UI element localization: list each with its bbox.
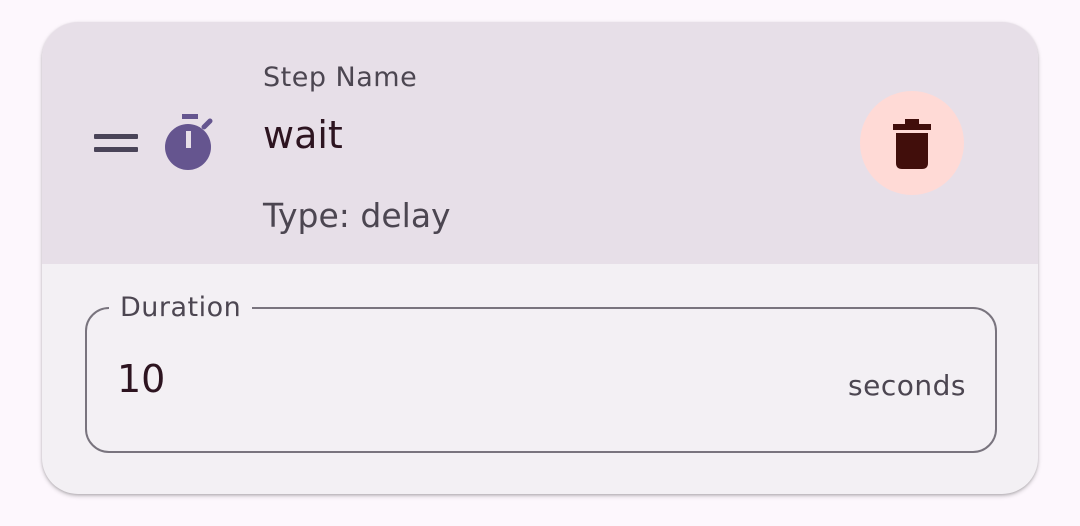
timer-icon [164, 114, 216, 172]
step-card: Step Name wait Type: delay Duration 10 s… [42, 22, 1038, 494]
step-name-label: Step Name [263, 62, 418, 93]
step-card-header: Step Name wait Type: delay [42, 22, 1038, 264]
step-name-value: wait [263, 113, 343, 157]
trash-icon [893, 119, 931, 169]
duration-label: Duration [109, 289, 253, 327]
duration-field[interactable]: Duration 10 seconds [85, 289, 997, 453]
step-type-text: Type: delay [263, 196, 451, 235]
delete-step-button[interactable] [860, 91, 964, 195]
drag-handle-icon[interactable] [94, 134, 138, 156]
duration-input[interactable]: 10 [117, 357, 165, 401]
drag-handle-bar [94, 134, 138, 139]
duration-suffix: seconds [848, 369, 966, 402]
drag-handle-bar [94, 147, 138, 152]
